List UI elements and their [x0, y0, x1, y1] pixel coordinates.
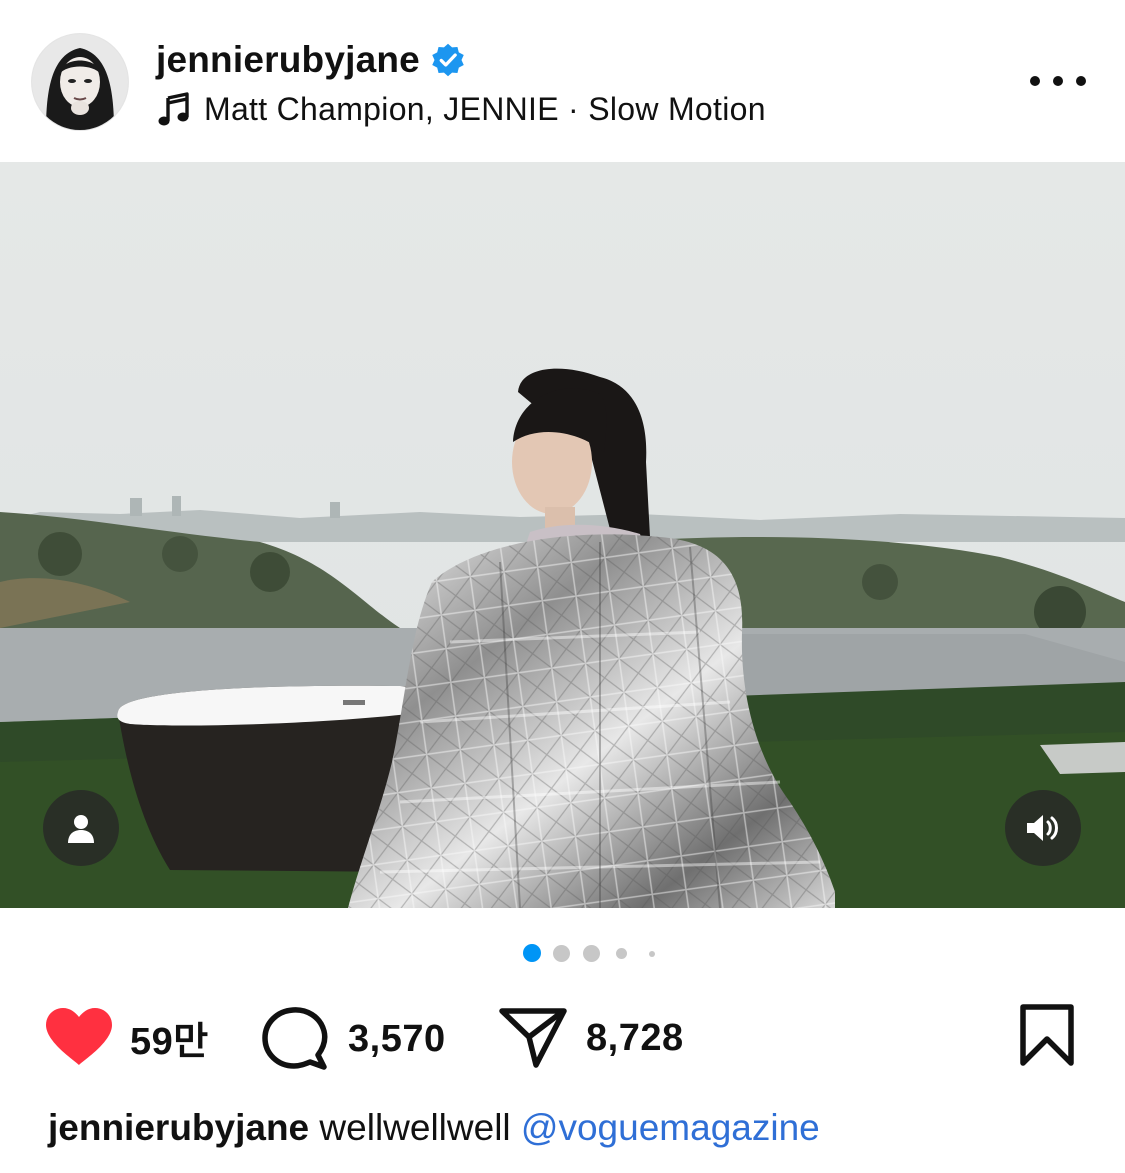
like-button[interactable]: 59만	[44, 1007, 209, 1067]
post-media[interactable]	[0, 162, 1125, 908]
caption-text: wellwellwell	[319, 1107, 511, 1148]
more-dot	[1076, 76, 1086, 86]
avatar-image	[32, 34, 128, 130]
save-button[interactable]	[1018, 1003, 1076, 1072]
caption-username[interactable]: jennierubyjane	[48, 1107, 309, 1148]
comment-icon	[262, 1007, 328, 1070]
carousel-indicator	[0, 940, 1125, 966]
more-options-icon[interactable]	[1030, 66, 1086, 96]
heart-icon	[46, 1008, 112, 1065]
carousel-dot-active	[523, 944, 541, 962]
avatar[interactable]	[32, 34, 128, 130]
carousel-dot	[553, 945, 570, 962]
comment-button[interactable]: 3,570	[262, 1007, 446, 1071]
username[interactable]: jennierubyjane	[156, 39, 420, 81]
more-dot	[1053, 76, 1063, 86]
comment-count: 3,570	[348, 1017, 446, 1060]
carousel-dot	[616, 948, 627, 959]
username-row: jennierubyjane	[156, 36, 466, 84]
person-icon	[68, 815, 94, 843]
bookmark-icon	[1020, 1004, 1074, 1066]
more-dot	[1030, 76, 1040, 86]
send-icon	[499, 1008, 567, 1068]
carousel-dot	[649, 951, 655, 957]
post-header: jennierubyjane Matt Champion, JENNIE · S…	[0, 0, 1125, 162]
speaker-icon	[1027, 815, 1058, 841]
audio-title: Matt Champion, JENNIE · Slow Motion	[204, 90, 766, 127]
carousel-dot	[583, 945, 600, 962]
caption-mention-link[interactable]: @voguemagazine	[521, 1107, 820, 1148]
like-count[interactable]: 59만	[130, 1010, 209, 1065]
audio-row[interactable]: Matt Champion, JENNIE · Slow Motion	[158, 86, 766, 132]
share-button[interactable]: 8,728	[498, 1007, 684, 1069]
verified-badge-icon	[432, 43, 464, 77]
mute-toggle-button[interactable]	[1005, 790, 1081, 866]
user-tags-button[interactable]	[43, 790, 119, 866]
caption: jennierubyjane wellwellwell @voguemagazi…	[48, 1107, 820, 1149]
action-bar: 59만 3,570 8,728	[0, 995, 1125, 1075]
share-count: 8,728	[586, 1016, 684, 1059]
music-note-icon	[158, 92, 189, 126]
post-photo	[0, 162, 1125, 908]
